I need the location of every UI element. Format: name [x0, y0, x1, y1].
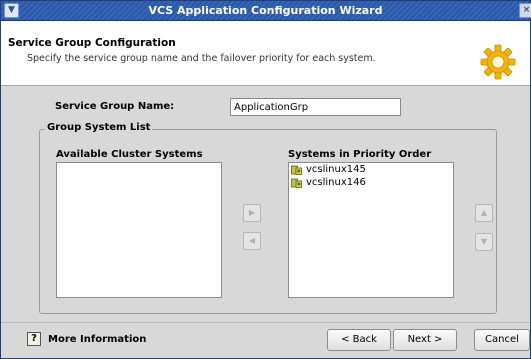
available-systems-list[interactable] — [56, 162, 222, 298]
list-item[interactable]: vcslinux146 — [289, 176, 453, 189]
list-item[interactable]: vcslinux145 — [289, 163, 453, 176]
service-group-name-label: Service Group Name: — [55, 101, 175, 112]
move-down-button[interactable]: ▼ — [475, 233, 493, 251]
arrow-left-icon: ◀ — [248, 236, 256, 245]
group-system-list-title: Group System List — [45, 122, 153, 133]
arrow-up-icon: ▲ — [480, 208, 488, 217]
system-name: vcslinux145 — [306, 164, 366, 175]
footer-divider — [1, 322, 530, 323]
available-systems-label: Available Cluster Systems — [56, 149, 203, 160]
window-title: VCS Application Configuration Wizard — [148, 4, 383, 17]
arrow-down-icon: ▼ — [480, 237, 488, 246]
gear-icon — [480, 44, 516, 80]
back-button[interactable]: < Back — [327, 329, 391, 351]
cancel-button[interactable]: Cancel — [474, 329, 530, 351]
close-button[interactable]: × — [519, 3, 531, 18]
move-right-button[interactable]: ▶ — [243, 204, 261, 222]
server-icon — [291, 165, 302, 175]
service-group-name-input[interactable] — [230, 98, 401, 116]
title-bar[interactable]: ▼ VCS Application Configuration Wizard × — [1, 1, 531, 21]
wizard-window: ▼ VCS Application Configuration Wizard ×… — [0, 0, 531, 359]
server-icon — [291, 178, 302, 188]
wizard-header: Service Group Configuration Specify the … — [1, 21, 530, 86]
more-information-link[interactable]: More Information — [48, 334, 146, 345]
system-name: vcslinux146 — [306, 177, 366, 188]
priority-systems-list[interactable]: vcslinux145 vcslinux146 — [288, 162, 454, 298]
help-icon[interactable]: ? — [27, 332, 41, 346]
next-button[interactable]: Next > — [393, 329, 457, 351]
move-left-button[interactable]: ◀ — [243, 232, 261, 250]
close-icon: × — [522, 5, 531, 15]
move-up-button[interactable]: ▲ — [475, 204, 493, 222]
priority-systems-label: Systems in Priority Order — [288, 149, 432, 160]
page-description: Specify the service group name and the f… — [27, 53, 376, 64]
page-title: Service Group Configuration — [8, 37, 176, 49]
arrow-right-icon: ▶ — [248, 208, 256, 217]
